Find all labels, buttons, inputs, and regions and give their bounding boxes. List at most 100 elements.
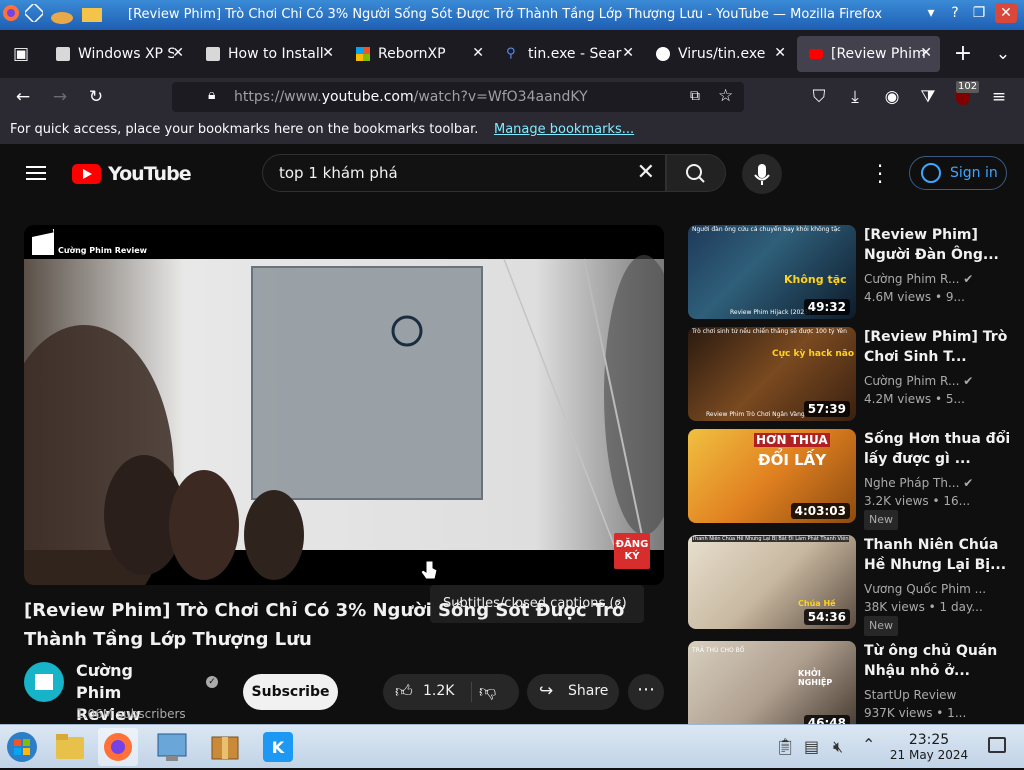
more-options-icon[interactable]: · · · — [872, 156, 888, 192]
close-tab-icon[interactable]: ✕ — [322, 45, 334, 61]
search-input[interactable]: top 1 khám phá ✕ — [262, 154, 666, 192]
volume-muted-icon[interactable]: 🔇︎ — [833, 737, 843, 757]
dislike-button[interactable]: 👎︎ — [479, 681, 496, 702]
related-thumbnail[interactable]: Thanh Niên Chúa Hề Nhưng Lại Bị Bắt Đi L… — [688, 535, 856, 629]
account-circle-icon — [921, 163, 941, 183]
firefox-taskbar-icon[interactable] — [98, 728, 138, 766]
close-tab-icon[interactable]: ✕ — [920, 45, 932, 61]
new-tab-button[interactable]: + — [950, 41, 976, 67]
ublock-extension-icon[interactable]: 102 — [950, 81, 980, 110]
app-menu-icon[interactable]: ≡ — [986, 84, 1012, 110]
related-title[interactable]: Thanh Niên Chúa Hề Nhưng Lại Bị... — [864, 535, 1014, 575]
back-button[interactable]: ← — [10, 84, 36, 110]
thumbs-up-icon: 👍︎ — [395, 682, 413, 702]
forward-button[interactable]: → — [47, 84, 73, 110]
tab-how-to-install[interactable]: How to Install ✕ — [194, 36, 342, 72]
related-title[interactable]: [Review Phim] Người Đàn Ông... — [864, 225, 1014, 265]
maximize-button[interactable]: ❐ — [968, 3, 990, 23]
related-meta: 38K views • 1 day... — [864, 600, 983, 614]
clipboard-icon[interactable]: 📋︎ — [775, 737, 795, 756]
like-button[interactable]: 👍︎ 1.2K — [383, 674, 471, 710]
clear-search-icon[interactable]: ✕ — [637, 160, 655, 185]
navigation-toolbar: ← → ↻ ⛉ 🔒︎ https://www.youtube.com/watch… — [0, 78, 1024, 116]
windows-start-icon — [7, 732, 37, 762]
minimize-button[interactable]: ▾ — [920, 3, 942, 23]
svg-text:K: K — [272, 738, 285, 757]
related-channel[interactable]: Cường Phim R... ✔ — [864, 270, 1014, 288]
page-icon — [206, 47, 220, 61]
list-tabs-button[interactable]: ⌄ — [990, 41, 1016, 67]
related-channel[interactable]: Nghe Pháp Th... ✔ — [864, 474, 1014, 492]
tab-review-phim[interactable]: [Review Phim ✕ — [797, 36, 940, 72]
video-player[interactable]: Cường Phim Review ĐĂNG KÝ — [24, 225, 664, 585]
sign-in-button[interactable]: Sign in — [909, 156, 1007, 190]
system-settings-icon[interactable] — [152, 728, 192, 766]
related-thumbnail[interactable]: Người đàn ông cứu cả chuyến bay khỏi khô… — [688, 225, 856, 319]
verified-icon: ✔ — [963, 272, 974, 286]
show-desktop-icon[interactable] — [988, 737, 1006, 753]
pocket-icon[interactable]: ⛉ — [806, 84, 832, 110]
bookmarks-hint: For quick access, place your bookmarks h… — [10, 122, 479, 137]
manage-bookmarks-link[interactable]: Manage bookmarks... — [494, 122, 634, 137]
related-channel[interactable]: Vương Quốc Phim ... — [864, 580, 1014, 598]
kde-icon[interactable]: K — [258, 728, 298, 766]
tab-rebornxp[interactable]: RebornXP ✕ — [344, 36, 492, 72]
window-title: [Review Phim] Trò Chơi Chỉ Có 3% Người S… — [128, 7, 883, 22]
firefox-icon[interactable] — [2, 4, 22, 24]
more-actions-button[interactable]: ⋯ — [628, 674, 664, 710]
desktop-decoration-icon — [50, 4, 110, 24]
tab-tin-search[interactable]: ⚲ tin.exe - Sear ✕ — [494, 36, 642, 72]
duration-badge: 49:32 — [803, 299, 850, 315]
tab-overview-icon[interactable]: ▣ — [8, 41, 34, 67]
subscribe-button[interactable]: Subscribe — [243, 674, 338, 710]
youtube-logo[interactable]: YouTube — [72, 163, 192, 185]
youtube-play-icon — [72, 164, 101, 184]
close-tab-icon[interactable]: ✕ — [472, 45, 484, 61]
start-menu-button[interactable] — [2, 728, 42, 766]
url-bar[interactable]: 🔒︎ https://www.youtube.com/watch?v=WfO34… — [172, 82, 744, 112]
clapperboard-icon — [35, 674, 53, 690]
channel-avatar[interactable] — [24, 662, 64, 702]
voice-search-button[interactable] — [742, 154, 782, 194]
youtube-icon — [809, 49, 823, 59]
close-tab-icon[interactable]: ✕ — [774, 45, 786, 61]
subscribe-watermark[interactable]: ĐĂNG KÝ — [614, 539, 650, 563]
downloads-icon[interactable]: ⤓ — [842, 84, 868, 110]
notes-icon[interactable]: ▤ — [804, 737, 819, 756]
related-title[interactable]: [Review Phim] Trò Chơi Sinh T... — [864, 327, 1014, 367]
reload-button[interactable]: ↻ — [83, 84, 109, 110]
related-meta: 937K views • 1... — [864, 706, 967, 720]
new-badge: New — [864, 616, 898, 636]
share-button[interactable]: ↪ Share — [527, 674, 619, 710]
related-title[interactable]: Sống Hơn thua đổi lấy được gì ... — [864, 429, 1014, 469]
related-meta: 3.2K views • 16... — [864, 494, 971, 508]
account-icon[interactable]: ◉ — [879, 84, 905, 110]
help-button[interactable]: ? — [944, 3, 966, 23]
related-title[interactable]: Từ ông chủ Quán Nhậu nhỏ ở... — [864, 641, 1014, 681]
guide-menu-icon[interactable] — [20, 160, 52, 186]
related-channel[interactable]: Cường Phim R... ✔ — [864, 372, 1014, 390]
close-window-button[interactable]: ✕ — [995, 3, 1017, 23]
share-icon: ↪ — [539, 681, 554, 701]
tray-expand-icon[interactable]: ⌃ — [862, 735, 875, 754]
picture-in-picture-icon[interactable]: ⧉ — [690, 88, 700, 104]
related-thumbnail[interactable]: HƠN THUA ĐỔI LẤY 4:03:03 — [688, 429, 856, 523]
clock[interactable]: 23:25 21 May 2024 — [884, 732, 974, 762]
youtube-logo-text: YouTube — [108, 163, 191, 185]
related-thumbnail[interactable]: Trò chơi sinh tử nếu chiến thắng sẽ được… — [688, 327, 856, 421]
tab-virus-tin[interactable]: Virus/tin.exe ✕ — [644, 36, 794, 72]
archive-manager-icon[interactable] — [205, 728, 245, 766]
extensions-icon[interactable]: ⧩ — [915, 84, 941, 110]
related-channel[interactable]: StartUp Review — [864, 686, 1014, 704]
mouse-cursor-icon — [420, 560, 438, 580]
close-tab-icon[interactable]: ✕ — [622, 45, 634, 61]
verified-icon: ✓ — [206, 676, 218, 688]
related-thumbnail[interactable]: TRẢ THÙ CHO BỐ KHỞI NGHIỆP 46:48 — [688, 641, 856, 735]
bookmark-star-icon[interactable]: ☆ — [718, 86, 733, 106]
tab-windows-xp[interactable]: Windows XP S ✕ — [44, 36, 192, 72]
close-tab-icon[interactable]: ✕ — [172, 45, 184, 61]
pin-icon[interactable] — [23, 2, 45, 24]
file-manager-icon[interactable] — [50, 728, 90, 766]
search-button[interactable] — [666, 154, 726, 192]
new-badge: New — [864, 510, 898, 530]
